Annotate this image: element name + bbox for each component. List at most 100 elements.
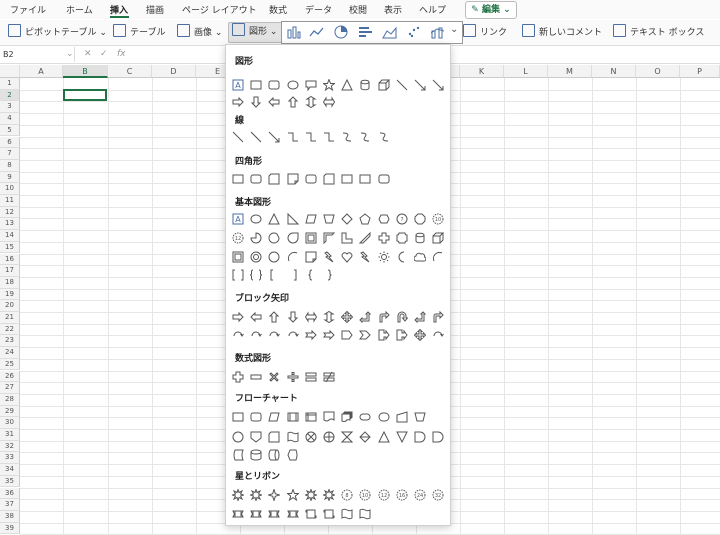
shape-option-icon[interactable] [250,431,262,443]
shape-option-icon[interactable] [323,311,335,323]
shape-option-icon[interactable] [323,79,335,91]
shape-option-icon[interactable] [250,508,262,520]
shape-option-icon[interactable] [378,251,390,263]
menu-page-layout[interactable]: ページ レイアウト [182,3,257,16]
shape-option-icon[interactable] [305,79,317,91]
shape-option-icon[interactable] [396,251,408,263]
shape-option-icon[interactable] [268,96,280,108]
table-button[interactable]: テーブル [113,24,165,41]
shape-option-icon[interactable] [378,79,390,91]
row-header[interactable]: 3 [0,101,20,114]
shapes-button[interactable]: 図形 ⌄ [228,22,283,43]
pie-chart-icon[interactable] [334,25,349,39]
shape-option-icon[interactable] [232,251,244,263]
shape-option-icon[interactable] [287,131,299,143]
column-header[interactable]: D [152,65,196,78]
shape-option-icon[interactable]: 7 [396,213,408,225]
shape-option-icon[interactable] [268,449,280,461]
shape-option-icon[interactable] [414,213,426,225]
shape-option-icon[interactable] [414,232,426,244]
shape-option-icon[interactable] [323,131,335,143]
shape-option-icon[interactable] [323,411,335,423]
shape-option-icon[interactable] [287,173,299,185]
row-header[interactable]: 11 [0,195,20,207]
shape-option-icon[interactable]: 12 [378,489,390,501]
shape-option-icon[interactable] [287,251,299,263]
shape-option-icon[interactable] [287,449,299,461]
shape-option-icon[interactable]: 8 [341,489,353,501]
check-icon[interactable]: ✓ [100,49,108,59]
shape-option-icon[interactable] [250,232,262,244]
menu-view[interactable]: 表示 [384,3,402,16]
menu-file[interactable]: ファイル [10,3,46,16]
shape-option-icon[interactable] [359,251,371,263]
shape-option-icon[interactable] [250,411,262,423]
textbox-button[interactable]: テキスト ボックス [613,24,704,41]
row-header[interactable]: 30 [0,417,20,429]
new-comment-button[interactable]: 新しいコメント [522,24,602,41]
row-header[interactable]: 4 [0,113,20,125]
shape-option-icon[interactable] [323,173,335,185]
shape-option-icon[interactable]: 16 [396,489,408,501]
shape-option-icon[interactable] [287,79,299,91]
shape-option-icon[interactable] [268,173,280,185]
row-header[interactable]: 6 [0,136,20,149]
shape-option-icon[interactable] [232,431,244,443]
shape-option-icon[interactable] [432,79,444,91]
shape-option-icon[interactable] [395,431,408,443]
shape-option-icon[interactable] [232,411,244,423]
shape-option-icon[interactable] [250,489,263,501]
shape-option-icon[interactable] [268,508,281,520]
shape-option-icon[interactable] [250,173,262,185]
chevron-down-icon[interactable]: ⌄ [66,49,74,59]
shape-option-icon[interactable] [341,79,353,91]
shape-option-icon[interactable] [323,96,335,108]
row-header[interactable]: 9 [0,171,20,184]
column-header[interactable]: N [592,65,636,78]
shape-option-icon[interactable] [323,269,335,281]
row-header[interactable]: 33 [0,452,20,465]
shape-option-icon[interactable] [323,489,335,501]
shape-option-icon[interactable] [377,431,390,443]
row-header[interactable]: 5 [0,124,20,137]
shape-option-icon[interactable] [305,269,317,281]
shape-option-icon[interactable] [287,213,299,225]
shape-option-icon[interactable]: A [232,79,244,91]
shape-option-icon[interactable] [323,431,335,443]
shape-option-icon[interactable] [305,96,317,108]
shape-option-icon[interactable] [378,411,390,423]
shape-option-icon[interactable] [268,371,280,383]
shape-option-icon[interactable] [268,311,280,323]
menu-home[interactable]: ホーム [66,3,93,16]
shape-option-icon[interactable] [396,411,408,423]
menu-data[interactable]: データ [305,3,332,16]
shape-option-icon[interactable] [232,449,244,461]
menu-insert[interactable]: 挿入 [110,3,128,16]
shape-option-icon[interactable] [396,232,408,244]
row-header[interactable]: 8 [0,159,20,172]
shape-option-icon[interactable] [286,508,299,520]
shape-option-icon[interactable] [359,329,372,341]
shape-option-icon[interactable] [287,329,299,341]
shape-option-icon[interactable] [268,329,281,341]
shape-option-icon[interactable] [414,431,426,443]
shape-option-icon[interactable] [250,251,262,263]
shape-option-icon[interactable]: 24 [414,489,426,501]
shape-option-icon[interactable] [268,269,280,281]
shape-option-icon[interactable] [396,311,408,323]
shape-option-icon[interactable] [341,311,354,323]
shape-option-icon[interactable] [268,213,281,225]
row-header[interactable]: 17 [0,265,20,277]
shape-option-icon[interactable] [305,431,317,443]
column-chart-icon[interactable] [286,25,301,39]
shape-option-icon[interactable] [359,311,372,323]
column-header[interactable]: B [63,65,108,78]
shape-option-icon[interactable] [305,251,317,263]
shape-option-icon[interactable] [268,79,280,91]
row-header[interactable]: 19 [0,288,20,301]
shape-option-icon[interactable] [268,251,280,263]
shape-option-icon[interactable]: 12 [232,232,244,244]
shape-option-icon[interactable] [268,232,280,244]
shape-option-icon[interactable] [359,411,371,423]
link-button[interactable]: リンク [463,24,507,41]
